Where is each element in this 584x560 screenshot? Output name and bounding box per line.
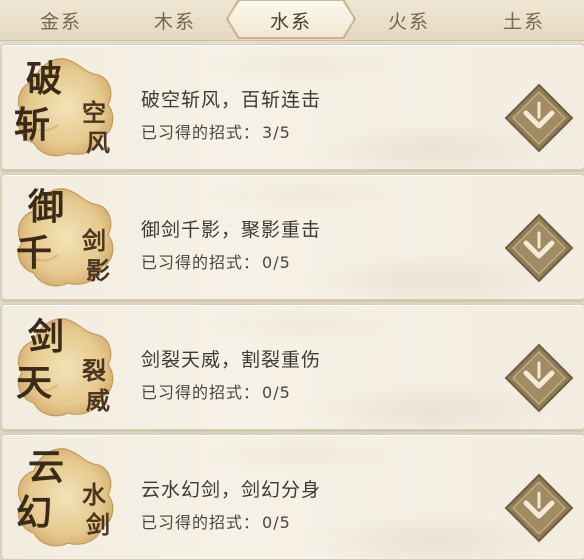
progress-label: 已习得的招式： [141, 253, 261, 272]
element-tab-bar: 金系 木系 水系 火系 土系 [0, 0, 584, 41]
expand-button[interactable] [504, 473, 574, 543]
chevron-down-icon [504, 213, 574, 283]
emblem-char: 破 [26, 58, 63, 100]
emblem-char: 剑 [28, 316, 65, 358]
emblem-char: 裂 [82, 356, 106, 385]
skill-title: 破空斩风，百斩连击 [141, 89, 322, 111]
emblem-char: 风 [86, 128, 110, 157]
skill-progress: 已习得的招式： 0/5 [141, 509, 291, 533]
tab-water[interactable]: 水系 [233, 0, 349, 40]
tab-fire[interactable]: 火系 [351, 0, 467, 40]
emblem-char: 水 [82, 480, 106, 509]
progress-label: 已习得的招式： [141, 513, 261, 532]
tab-earth[interactable]: 土系 [466, 0, 582, 40]
progress-label: 已习得的招式： [141, 383, 261, 402]
progress-value: 0/5 [262, 383, 291, 402]
skill-emblem: 破 斩 空 风 [10, 53, 120, 163]
expand-button[interactable] [504, 343, 574, 413]
skill-row[interactable]: 破 斩 空 风 破空斩风，百斩连击 已习得的招式： 3/5 [1, 44, 584, 170]
skill-title: 剑裂天威，割裂重伤 [141, 349, 322, 371]
progress-value: 0/5 [262, 513, 291, 532]
progress-value: 3/5 [262, 123, 291, 142]
skill-row[interactable]: 御 千 剑 影 御剑千影，聚影重击 已习得的招式： 0/5 [1, 174, 584, 300]
emblem-char: 威 [86, 386, 110, 415]
skill-emblem: 剑 天 裂 威 [10, 313, 120, 423]
emblem-char: 天 [16, 362, 53, 404]
expand-button[interactable] [504, 83, 574, 153]
skill-emblem: 云 幻 水 剑 [10, 443, 120, 553]
emblem-char: 空 [82, 98, 106, 127]
emblem-char: 斩 [14, 104, 51, 146]
skill-progress: 已习得的招式： 0/5 [141, 379, 291, 403]
emblem-char: 剑 [82, 226, 106, 255]
emblem-char: 影 [86, 256, 110, 285]
emblem-char: 御 [28, 186, 65, 228]
progress-value: 0/5 [262, 253, 291, 272]
skill-title: 云水幻剑，剑幻分身 [141, 479, 322, 501]
emblem-char: 千 [16, 232, 53, 274]
skill-emblem: 御 千 剑 影 [10, 183, 120, 293]
skill-progress: 已习得的招式： 3/5 [141, 119, 291, 143]
emblem-char: 幻 [16, 492, 53, 534]
chevron-down-icon [504, 343, 574, 413]
skill-row[interactable]: 剑 天 裂 威 剑裂天威，割裂重伤 已习得的招式： 0/5 [1, 304, 584, 430]
chevron-down-icon [504, 473, 574, 543]
emblem-char: 云 [28, 446, 65, 488]
chevron-down-icon [504, 83, 574, 153]
tab-wood[interactable]: 木系 [117, 0, 233, 40]
progress-label: 已习得的招式： [141, 123, 261, 142]
skill-title: 御剑千影，聚影重击 [141, 219, 322, 241]
emblem-char: 剑 [86, 510, 110, 539]
expand-button[interactable] [504, 213, 574, 283]
skill-progress: 已习得的招式： 0/5 [141, 249, 291, 273]
tab-metal[interactable]: 金系 [3, 0, 119, 40]
skill-row[interactable]: 云 幻 水 剑 云水幻剑，剑幻分身 已习得的招式： 0/5 [1, 434, 584, 560]
